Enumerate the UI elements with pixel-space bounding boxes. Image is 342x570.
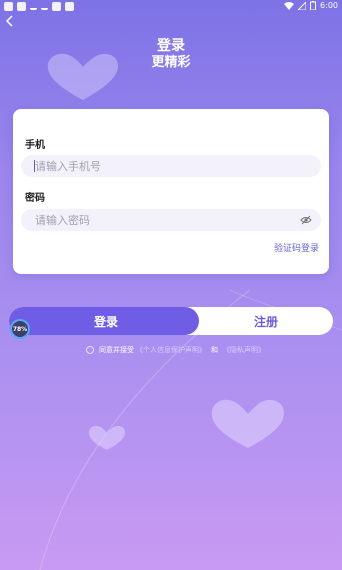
- agreement-row: 同意并接受 《个人信息保护声明》 和 《隐私声明》: [86, 345, 265, 355]
- status-time: 6:00: [320, 1, 338, 10]
- tab-login[interactable]: 登录: [9, 307, 199, 335]
- sms-login-link[interactable]: 验证码登录: [274, 241, 319, 254]
- heart-decoration: [88, 425, 125, 450]
- login-register-toggle: 登录 注册: [9, 307, 333, 335]
- privacy-protection-link[interactable]: 《个人信息保护声明》: [136, 345, 206, 355]
- login-form-card: 手机 密码 验证码登录: [13, 109, 329, 274]
- agree-checkbox[interactable]: [86, 346, 94, 354]
- heart-decoration: [211, 399, 284, 448]
- signal-icon: [298, 1, 307, 10]
- wifi-icon: [284, 1, 295, 10]
- back-button[interactable]: [4, 14, 22, 32]
- eye-closed-icon[interactable]: [300, 215, 312, 225]
- download-icon: [41, 2, 48, 10]
- progress-badge[interactable]: 78%: [10, 319, 30, 339]
- chevron-left-icon: [5, 15, 13, 27]
- app-icon: [52, 2, 61, 11]
- app-icon: [65, 2, 74, 11]
- password-label: 密码: [25, 193, 45, 204]
- notification-icon: [17, 2, 26, 11]
- password-input[interactable]: [21, 209, 321, 231]
- text-cursor: [34, 160, 35, 172]
- phone-input[interactable]: [21, 155, 321, 177]
- privacy-policy-link[interactable]: 《隐私声明》: [223, 345, 265, 355]
- status-bar: 6:00: [0, 0, 342, 14]
- tab-register[interactable]: 注册: [199, 307, 333, 335]
- agreement-text: 同意并接受: [99, 346, 134, 354]
- phone-label: 手机: [25, 140, 45, 151]
- download-icon: [30, 2, 37, 10]
- notification-icon: [4, 2, 13, 11]
- heart-decoration: [47, 53, 118, 100]
- agreement-and: 和: [211, 346, 218, 354]
- battery-icon: [310, 1, 317, 10]
